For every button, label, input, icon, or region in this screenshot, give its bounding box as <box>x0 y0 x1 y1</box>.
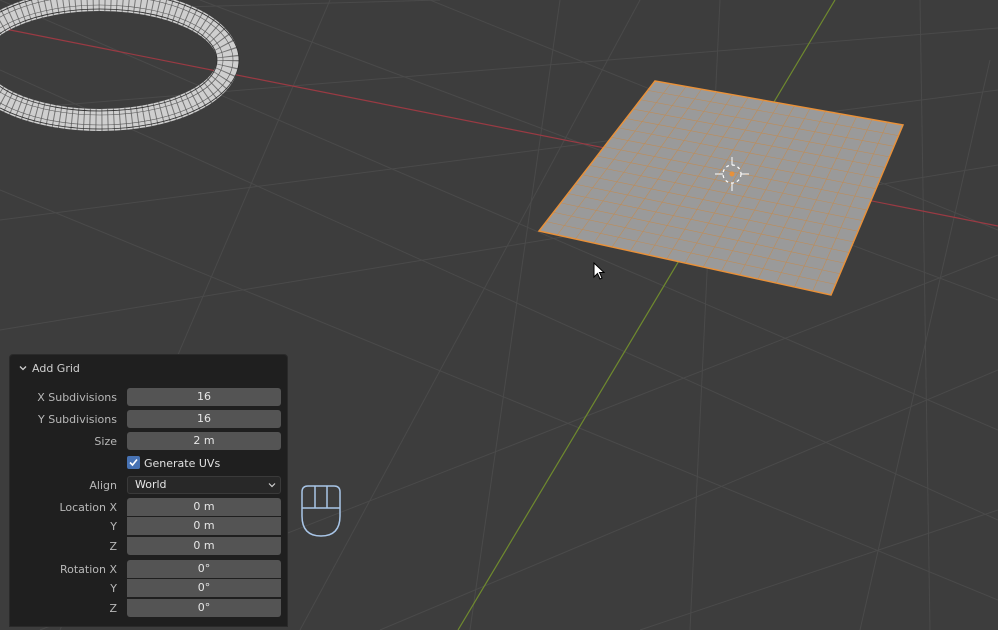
location-y-row: Y 0 m <box>10 517 287 536</box>
location-y-field[interactable]: 0 m <box>127 517 281 535</box>
x-subdivisions-row: X Subdivisions 16 <box>10 388 287 407</box>
align-dropdown[interactable]: World <box>127 476 281 494</box>
location-z-label: Z <box>109 540 117 553</box>
rotation-x-field[interactable]: 0° <box>127 560 281 578</box>
mouse-icon <box>301 485 341 537</box>
generate-uvs-label: Generate UVs <box>144 457 221 470</box>
location-x-field[interactable]: 0 m <box>127 498 281 516</box>
location-y-label: Y <box>110 520 117 533</box>
align-label: Align <box>89 479 117 492</box>
panel-header[interactable]: Add Grid <box>10 355 287 381</box>
rotation-x-row: Rotation X 0° <box>10 560 287 579</box>
rotation-z-label: Z <box>109 602 117 615</box>
rotation-y-label: Y <box>110 582 117 595</box>
size-field[interactable]: 2 m <box>127 432 281 450</box>
chevron-down-icon <box>19 366 27 371</box>
size-row: Size 2 m <box>10 432 287 451</box>
rotation-z-field[interactable]: 0° <box>127 599 281 617</box>
cursor-icon <box>593 262 606 280</box>
location-x-row: Location X 0 m <box>10 498 287 517</box>
rotation-y-field[interactable]: 0° <box>127 579 281 597</box>
generate-uvs-checkbox[interactable] <box>127 456 140 469</box>
rotation-y-row: Y 0° <box>10 579 287 598</box>
x-subdivisions-label: X Subdivisions <box>37 391 117 404</box>
align-row: Align World <box>10 476 287 495</box>
align-dropdown-value: World <box>135 478 167 491</box>
y-subdivisions-row: Y Subdivisions 16 <box>10 410 287 429</box>
rotation-x-label: Rotation X <box>59 563 117 576</box>
y-subdivisions-field[interactable]: 16 <box>127 410 281 428</box>
checkmark-icon <box>129 458 138 467</box>
size-label: Size <box>94 435 117 448</box>
location-z-row: Z 0 m <box>10 537 287 556</box>
location-x-label: Location X <box>59 501 117 514</box>
panel-title: Add Grid <box>32 361 80 375</box>
rotation-z-row: Z 0° <box>10 599 287 618</box>
torus-object[interactable] <box>0 0 240 131</box>
x-subdivisions-field[interactable]: 16 <box>127 388 281 406</box>
location-z-field[interactable]: 0 m <box>127 537 281 555</box>
dropdown-caret-icon <box>268 483 276 488</box>
y-subdivisions-label: Y Subdivisions <box>38 413 117 426</box>
add-grid-operator-panel: Add Grid X Subdivisions 16 Y Subdivision… <box>9 354 288 627</box>
generate-uvs-row[interactable]: Generate UVs <box>10 454 287 473</box>
